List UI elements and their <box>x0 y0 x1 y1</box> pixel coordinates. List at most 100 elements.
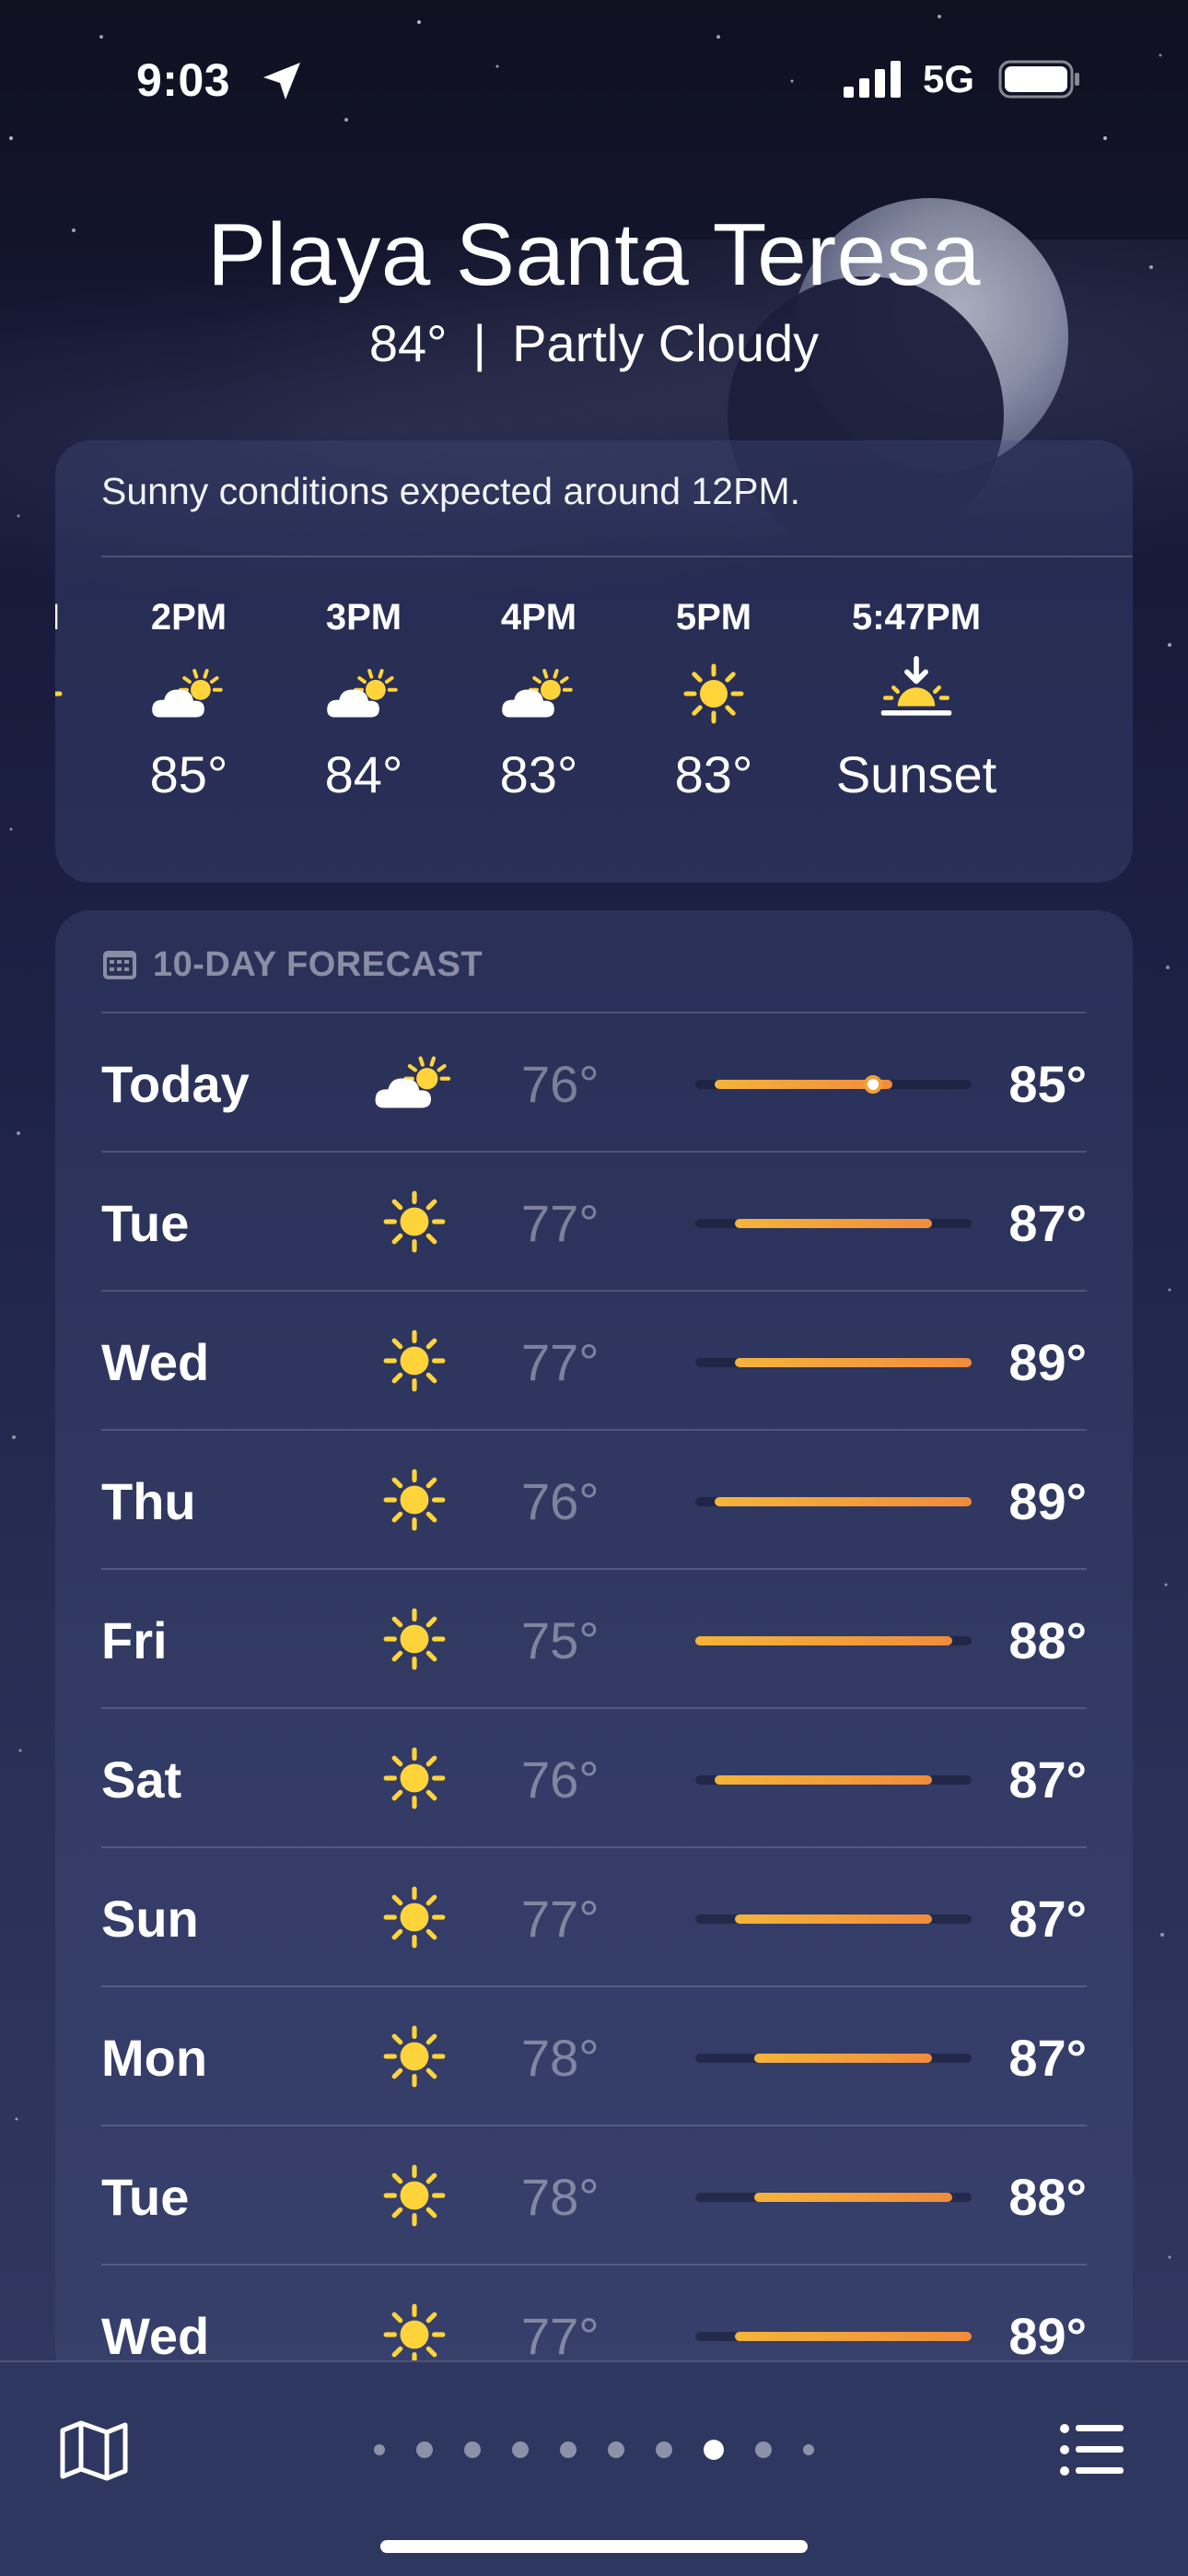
forecast-day: Tue <box>101 2168 190 2226</box>
temp-range-track <box>695 1075 972 1094</box>
temp-range-bar <box>715 1497 972 1506</box>
high-temp: 87° <box>1008 1194 1087 1252</box>
forecast-day: Mon <box>101 2029 208 2087</box>
temp-range-bar <box>695 1636 952 1645</box>
temp-range-track <box>695 1358 972 1367</box>
forecast-day: Wed <box>101 1333 210 1391</box>
divider <box>101 556 1133 557</box>
page-dot[interactable] <box>512 2441 529 2458</box>
sun-icon <box>368 1737 460 1820</box>
forecast-row[interactable]: Thu 76° 89° <box>101 1431 1087 1570</box>
hourly-summary: Sunny conditions expected around 12PM. <box>101 470 801 512</box>
signal-bars-icon <box>844 61 901 98</box>
temp-range-track <box>695 2332 972 2341</box>
forecast-day: Fri <box>101 1611 168 1669</box>
hourly-item: 3PM 84° <box>276 597 451 804</box>
current-conditions: 84° | Partly Cloudy <box>0 313 1188 373</box>
current-temperature: 84° <box>368 314 448 372</box>
forecast-header: 10-DAY FORECAST <box>101 942 483 988</box>
calendar-icon <box>103 951 136 979</box>
hour-temp: 85° <box>149 745 228 803</box>
sun-icon <box>368 1458 460 1541</box>
partly-cloudy-icon <box>101 643 276 744</box>
sun-icon <box>626 643 801 744</box>
status-bar: 9:03 5G <box>0 0 1188 157</box>
sun-icon <box>368 1876 460 1959</box>
temp-range-track <box>695 2193 972 2202</box>
forecast-row[interactable]: Tue 78° 88° <box>101 2126 1087 2266</box>
low-temp: 77° <box>521 1890 600 1948</box>
page-dot[interactable] <box>755 2441 772 2458</box>
page-dot[interactable] <box>560 2441 577 2458</box>
page-dot[interactable] <box>656 2441 672 2458</box>
high-temp: 88° <box>1008 2168 1087 2226</box>
home-indicator[interactable] <box>380 2540 808 2553</box>
list-icon[interactable] <box>1059 2419 1125 2480</box>
temp-range-track <box>695 1914 972 1924</box>
low-temp: 78° <box>521 2168 600 2226</box>
forecast-row[interactable]: Mon 78° 87° <box>101 1987 1087 2126</box>
high-temp: 89° <box>1008 2307 1087 2365</box>
temp-range-track <box>695 1636 972 1645</box>
ten-day-forecast-card[interactable]: 10-DAY FORECAST Today 76° 85° Tue 77° 87… <box>55 910 1133 2384</box>
page-dot[interactable] <box>374 2444 385 2455</box>
forecast-row[interactable]: Today 76° 85° <box>101 1013 1087 1153</box>
forecast-row[interactable]: Sun 77° 87° <box>101 1848 1087 1987</box>
sun-icon <box>368 1598 460 1680</box>
hourly-item: 5:47PM Sunset <box>801 597 1031 804</box>
forecast-day: Sat <box>101 1751 182 1809</box>
sun-icon <box>368 2154 460 2237</box>
sun-icon <box>368 1319 460 1402</box>
forecast-row[interactable]: Wed 77° 89° <box>101 1292 1087 1431</box>
hour-label: 4PM <box>500 597 577 638</box>
low-temp: 76° <box>521 1751 600 1809</box>
location-arrow-icon <box>263 63 300 100</box>
page-dot[interactable] <box>803 2444 814 2455</box>
page-dot-active[interactable] <box>704 2440 724 2460</box>
forecast-day: Wed <box>101 2307 210 2365</box>
forecast-day: Sun <box>101 1890 199 1948</box>
forecast-row[interactable]: Tue 77° 87° <box>101 1153 1087 1292</box>
partly-cloudy-icon <box>368 1041 460 1124</box>
hourly-forecast-card[interactable]: Sunny conditions expected around 12PM. P… <box>55 440 1133 883</box>
high-temp: 89° <box>1008 1472 1087 1530</box>
high-temp: 89° <box>1008 1333 1087 1391</box>
hourly-item: 4PM 83° <box>451 597 626 804</box>
temp-range-bar <box>734 1358 972 1367</box>
page-dot[interactable] <box>608 2441 624 2458</box>
forecast-row[interactable]: Fri 75° 88° <box>101 1570 1087 1709</box>
low-temp: 77° <box>521 1194 600 1252</box>
temp-range-bar <box>715 1775 933 1785</box>
low-temp: 77° <box>521 2307 600 2365</box>
forecast-day: Tue <box>101 1194 190 1252</box>
low-temp: 76° <box>521 1472 600 1530</box>
hour-temp: Sunset <box>835 745 997 803</box>
low-temp: 78° <box>521 2029 600 2087</box>
page-dot[interactable] <box>416 2441 433 2458</box>
hour-label: 3PM <box>325 597 402 638</box>
sun-icon <box>368 1180 460 1263</box>
current-temp-marker <box>863 1075 882 1094</box>
partly-cloudy-icon <box>276 643 451 744</box>
forecast-row[interactable]: Sat 76° 87° <box>101 1709 1087 1848</box>
low-temp: 77° <box>521 1333 600 1391</box>
hour-label: 5PM <box>675 597 752 638</box>
current-condition: Partly Cloudy <box>512 314 820 372</box>
sunset-icon <box>801 643 1031 744</box>
sun-icon <box>368 2015 460 2098</box>
temp-range-track <box>695 1219 972 1228</box>
temp-range-bar <box>754 2054 933 2063</box>
temp-range-bar <box>734 1219 933 1228</box>
hour-temp: 84° <box>324 745 403 803</box>
forecast-day: Thu <box>101 1472 196 1530</box>
high-temp: 88° <box>1008 1611 1087 1669</box>
hour-label: 2PM <box>150 597 227 638</box>
hour-label: 5:47PM <box>851 597 982 638</box>
high-temp: 87° <box>1008 1751 1087 1809</box>
page-dot[interactable] <box>464 2441 481 2458</box>
network-type: 5G <box>923 57 975 100</box>
temp-range-track <box>695 1497 972 1506</box>
low-temp: 76° <box>521 1055 600 1113</box>
hourly-item: 2PM 85° <box>101 597 276 804</box>
page-indicator[interactable] <box>0 2418 1188 2482</box>
